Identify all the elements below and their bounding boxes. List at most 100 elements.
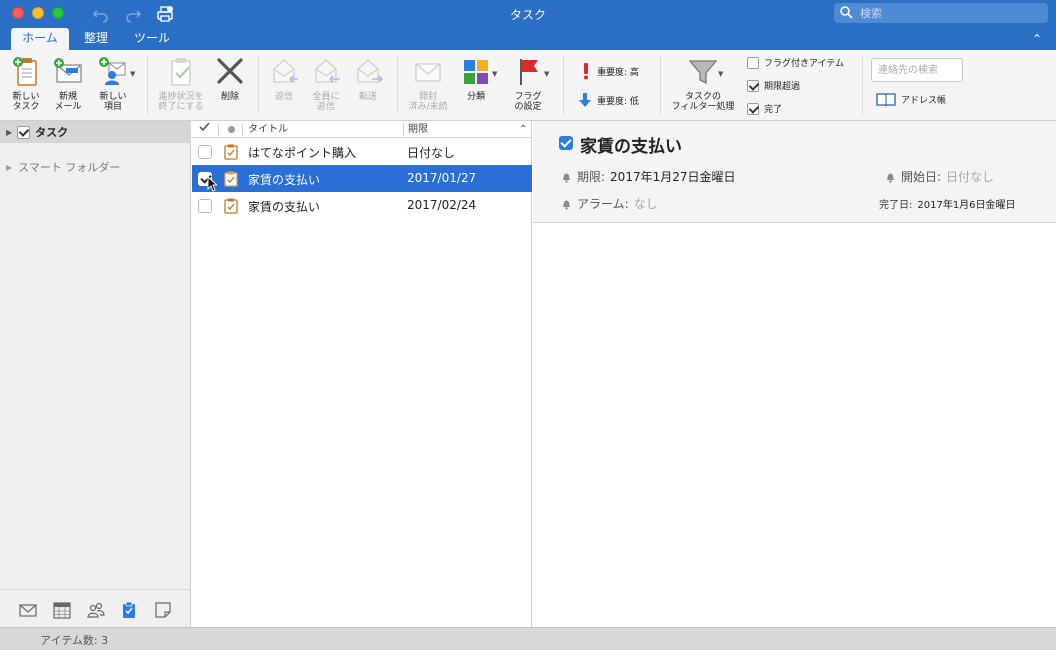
due-date-value[interactable]: 2017年1月27日金曜日 bbox=[610, 168, 735, 185]
calendar-icon[interactable] bbox=[53, 601, 71, 619]
sidebar-item-tasks[interactable]: ▶ タスク bbox=[0, 121, 191, 143]
low-importance-label: 重要度: 低 bbox=[597, 96, 639, 107]
print-icon[interactable] bbox=[156, 5, 174, 23]
complete-column-icon[interactable] bbox=[199, 122, 210, 137]
task-due-date: 2017/01/27 bbox=[407, 171, 477, 185]
mouse-pointer-icon bbox=[207, 176, 217, 192]
follow-up-label-2: の設定 bbox=[514, 102, 542, 112]
low-importance-button[interactable]: 重要度: 低 bbox=[578, 92, 639, 108]
alarm-value[interactable]: なし bbox=[634, 195, 658, 212]
sort-ascending-icon[interactable]: ⌃ bbox=[519, 122, 527, 137]
column-divider[interactable] bbox=[403, 123, 404, 136]
tab-home[interactable]: ホーム bbox=[11, 28, 69, 50]
filter-overdue-label: 期限超過 bbox=[764, 82, 801, 92]
follow-up-dropdown-icon[interactable]: ▼ bbox=[544, 70, 549, 78]
zoom-window-button[interactable] bbox=[52, 7, 64, 19]
item-count: アイテム数: 3 bbox=[40, 634, 109, 647]
people-icon[interactable] bbox=[87, 601, 105, 619]
due-date-field[interactable]: 期限: 2017年1月27日金曜日 bbox=[561, 168, 736, 185]
close-window-button[interactable] bbox=[12, 7, 24, 19]
sidebar-item-label: タスク bbox=[35, 126, 69, 139]
forward-label: 転送 bbox=[358, 92, 377, 102]
search-input[interactable] bbox=[860, 5, 1040, 21]
start-date-field[interactable]: 開始日: 日付なし bbox=[885, 168, 994, 185]
forward-icon bbox=[357, 59, 383, 83]
filter-overdue-checkbox[interactable] bbox=[747, 79, 759, 92]
task-icon bbox=[224, 171, 238, 187]
address-book-button[interactable]: アドレス帳 bbox=[876, 92, 946, 106]
folder-sidebar: ▶ タスク ▶ スマート フォルダー bbox=[0, 121, 191, 627]
due-column-header[interactable]: 期限 bbox=[408, 122, 428, 137]
completed-date-label: 完了日: bbox=[879, 200, 913, 211]
task-detail-pane: 家賃の支払い 期限: 2017年1月27日金曜日 開始日: 日付なし アラーム: bbox=[533, 121, 1056, 627]
notes-icon[interactable] bbox=[154, 601, 172, 619]
follow-up-button[interactable]: フラグ の設定 bbox=[506, 54, 550, 112]
filter-completed-checkbox[interactable] bbox=[747, 102, 759, 115]
open-unread-button[interactable]: 開封 済み/未読 bbox=[404, 54, 452, 112]
high-importance-button[interactable]: 重要度: 高 bbox=[580, 62, 639, 80]
new-mail-button[interactable]: 新規 メール bbox=[48, 54, 88, 112]
mail-icon[interactable] bbox=[19, 601, 37, 619]
forward-button[interactable]: 転送 bbox=[348, 54, 388, 102]
ribbon: 新しい タスク 新規 メール 新しい 項目 ▼ 進捗状況を 終了にする 削除 返… bbox=[0, 50, 1056, 121]
categorize-dropdown-icon[interactable]: ▼ bbox=[492, 70, 497, 78]
categorize-button[interactable]: 分類 bbox=[456, 54, 496, 102]
contact-search-input[interactable] bbox=[871, 58, 963, 82]
alarm-field[interactable]: アラーム: なし bbox=[561, 195, 658, 212]
task-detail-header: 家賃の支払い 期限: 2017年1月27日金曜日 開始日: 日付なし アラーム: bbox=[533, 121, 1056, 223]
tab-organize[interactable]: 整理 bbox=[74, 28, 118, 50]
expand-triangle-icon[interactable]: ▶ bbox=[6, 163, 12, 172]
sidebar-item-smart-folders[interactable]: ▶ スマート フォルダー bbox=[6, 159, 120, 175]
task-title: 家賃の支払い bbox=[248, 200, 321, 214]
column-divider[interactable] bbox=[242, 123, 243, 136]
reply-icon bbox=[273, 59, 298, 83]
priority-column-icon[interactable] bbox=[227, 122, 236, 137]
new-item-dropdown-icon[interactable]: ▼ bbox=[130, 70, 135, 78]
filter-tasks-button[interactable]: タスクの フィルター処理 bbox=[666, 54, 740, 112]
minimize-window-button[interactable] bbox=[32, 7, 44, 19]
task-row[interactable]: はてなポイント購入 日付なし bbox=[192, 138, 532, 165]
mark-complete-button[interactable]: 進捗状況を 終了にする bbox=[152, 54, 210, 112]
new-task-button[interactable]: 新しい タスク bbox=[6, 54, 46, 112]
task-row-selected[interactable]: 家賃の支払い 2017/01/27 bbox=[192, 165, 532, 192]
new-item-button[interactable]: 新しい 項目 bbox=[90, 54, 136, 112]
filter-label-1: タスクの bbox=[684, 92, 721, 102]
tasks-icon[interactable] bbox=[120, 601, 138, 619]
filter-flagged-option[interactable]: フラグ付きアイテム bbox=[747, 56, 844, 69]
tab-tools[interactable]: ツール bbox=[124, 28, 180, 50]
ribbon-divider bbox=[397, 56, 398, 114]
module-switcher bbox=[0, 589, 191, 627]
completed-date-field: 完了日: 2017年1月6日金曜日 bbox=[879, 196, 1016, 211]
new-mail-label-1: 新規 bbox=[58, 92, 77, 102]
mark-complete-label-1: 進捗状況を bbox=[158, 92, 204, 102]
start-date-value[interactable]: 日付なし bbox=[946, 168, 994, 185]
title-column-header[interactable]: タイトル bbox=[248, 122, 288, 137]
task-detail-complete-checkbox[interactable] bbox=[559, 136, 573, 150]
filter-flagged-checkbox[interactable] bbox=[747, 56, 759, 69]
reply-button[interactable]: 返信 bbox=[264, 54, 304, 102]
column-divider[interactable] bbox=[218, 123, 219, 136]
ribbon-divider bbox=[660, 56, 661, 114]
task-detail-title[interactable]: 家賃の支払い bbox=[580, 132, 682, 157]
task-complete-checkbox[interactable] bbox=[198, 145, 212, 159]
tasks-folder-checkbox[interactable] bbox=[17, 125, 31, 139]
redo-icon[interactable] bbox=[124, 5, 142, 23]
task-list-header: タイトル 期限 ⌃ bbox=[192, 121, 532, 138]
search-box[interactable] bbox=[834, 3, 1048, 23]
undo-icon[interactable] bbox=[92, 5, 110, 23]
reply-all-button[interactable]: 全員に 返信 bbox=[306, 54, 346, 112]
sidebar-item-label: スマート フォルダー bbox=[18, 161, 121, 174]
search-icon bbox=[840, 6, 853, 19]
task-complete-checkbox[interactable] bbox=[198, 199, 212, 213]
down-arrow-icon bbox=[579, 93, 591, 107]
address-book-label: アドレス帳 bbox=[901, 95, 947, 106]
collapse-ribbon-icon[interactable]: ⌃ bbox=[1032, 32, 1042, 46]
filter-overdue-option[interactable]: 期限超過 bbox=[747, 79, 800, 92]
title-bar: タスク bbox=[0, 0, 1056, 28]
filter-dropdown-icon[interactable]: ▼ bbox=[718, 70, 723, 78]
delete-button[interactable]: 削除 bbox=[212, 54, 248, 102]
filter-completed-option[interactable]: 完了 bbox=[747, 102, 782, 115]
task-row[interactable]: 家賃の支払い 2017/02/24 bbox=[192, 192, 532, 219]
categorize-icon bbox=[464, 60, 488, 84]
expand-triangle-icon[interactable]: ▶ bbox=[6, 128, 12, 137]
